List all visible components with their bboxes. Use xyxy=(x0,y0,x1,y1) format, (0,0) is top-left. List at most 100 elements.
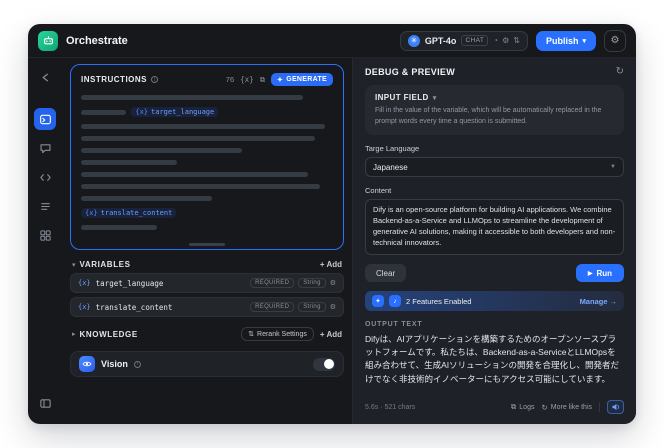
retry-icon: ↻ xyxy=(541,402,548,412)
prompt-text-line xyxy=(81,160,177,165)
chat-bubble-icon xyxy=(39,143,51,153)
prompt-text-line xyxy=(81,148,243,153)
type-badge[interactable]: String xyxy=(298,302,326,312)
play-icon: ▶ xyxy=(587,270,593,277)
chat-mode-badge: CHAT xyxy=(461,35,489,46)
variable-icon: {x} xyxy=(78,303,91,311)
add-variable-button[interactable]: + Add xyxy=(320,260,342,269)
publish-button[interactable]: Publish ▾ xyxy=(535,30,596,51)
settings-icon[interactable]: ⚙ xyxy=(502,36,509,45)
page-title: Orchestrate xyxy=(66,34,128,47)
variable-icon: {x} xyxy=(85,209,98,217)
rerank-settings-button[interactable]: ⇅ Rerank Settings xyxy=(241,327,314,341)
variable-row[interactable]: {x} translate_content REQUIRED String ⚙ xyxy=(70,297,344,317)
language-select[interactable]: Japanese ▼ xyxy=(365,157,624,177)
sidebar-item-orchestrate[interactable] xyxy=(34,108,56,130)
sidebar-item-api[interactable] xyxy=(34,166,56,188)
prompt-text-line xyxy=(81,184,321,189)
variables-section-header: ▾ VARIABLES + Add xyxy=(72,260,342,269)
app-window: Orchestrate ✳ GPT-4o CHAT ◔ ⚙ ⇅ Publish … xyxy=(28,24,636,424)
manage-features-link[interactable]: Manage → xyxy=(580,297,617,306)
arrow-right-icon: → xyxy=(609,296,618,306)
logs-button[interactable]: ⧉ Logs xyxy=(511,402,535,412)
copy-icon[interactable]: ⧉ xyxy=(260,75,265,85)
prompt-variable-chip[interactable]: {x} translate_content xyxy=(81,208,177,218)
collapse-panel-button[interactable] xyxy=(34,392,56,414)
variable-settings-icon[interactable]: ⚙ xyxy=(330,303,336,311)
model-selector[interactable]: ✳ GPT-4o CHAT ◔ ⚙ ⇅ xyxy=(399,30,528,51)
gear-icon: ⚙ xyxy=(610,35,620,46)
chevron-left-icon xyxy=(42,73,48,81)
variable-icon: {x} xyxy=(78,279,91,287)
vision-feature-row: Vision xyxy=(70,351,344,377)
instructions-title: INSTRUCTIONS xyxy=(81,75,147,84)
output-section: OUTPUT TEXT Difyは、AIアプリケーションを構築するためのオープン… xyxy=(365,321,624,414)
insert-variable-icon[interactable]: {x} xyxy=(240,75,254,84)
params-icon[interactable]: ◔ xyxy=(493,36,498,45)
prompt-text-line xyxy=(81,124,326,129)
sidebar-item-back[interactable] xyxy=(34,66,56,88)
sparkle-icon: ✦ xyxy=(277,76,284,84)
output-title: OUTPUT TEXT xyxy=(365,321,423,328)
chevron-right-icon[interactable]: ▸ xyxy=(72,330,76,338)
rerank-icon: ⇅ xyxy=(248,331,255,338)
prompt-variable-chip[interactable]: {x} target_language xyxy=(131,107,219,117)
required-badge: REQUIRED xyxy=(250,278,295,288)
output-text: Difyは、AIアプリケーションを構築するためのオープンソースプラットフォームで… xyxy=(365,334,619,384)
prompt-text-line xyxy=(81,196,213,201)
type-badge[interactable]: String xyxy=(298,278,326,288)
chevron-down-icon[interactable]: ▾ xyxy=(72,261,76,269)
content-field-label: Content xyxy=(365,186,392,195)
prompt-text-line xyxy=(81,172,308,177)
more-like-this-button[interactable]: ↻ More like this xyxy=(541,403,592,412)
input-field-header[interactable]: INPUT FIELD ▾ xyxy=(375,93,614,102)
model-name: GPT-4o xyxy=(424,35,457,46)
swap-model-icon[interactable]: ⇅ xyxy=(513,36,520,45)
instructions-card: INSTRUCTIONS 76 {x} ⧉ ✦ GENERATE xyxy=(70,64,344,250)
clear-button[interactable]: Clear xyxy=(365,264,407,282)
feature-icon-1: ✦ xyxy=(372,295,384,307)
features-bar: ✦ ♪ 2 Features Enabled Manage → xyxy=(365,291,624,311)
logs-icon: ⧉ xyxy=(510,402,517,411)
debug-title: DEBUG & PREVIEW xyxy=(365,66,456,77)
variable-row[interactable]: {x} target_language REQUIRED String ⚙ xyxy=(70,273,344,293)
model-provider-icon: ✳ xyxy=(407,34,420,47)
layout-icon xyxy=(39,398,51,408)
resize-handle[interactable] xyxy=(189,243,225,246)
app-logo xyxy=(38,30,58,51)
token-count: 76 xyxy=(225,75,235,84)
required-badge: REQUIRED xyxy=(250,302,295,312)
info-icon xyxy=(133,360,141,368)
sidebar-item-tools[interactable] xyxy=(34,224,56,246)
run-button[interactable]: ▶ Run xyxy=(575,264,624,282)
app-settings-button[interactable]: ⚙ xyxy=(604,29,626,52)
prompt-text-line xyxy=(81,225,157,230)
refresh-icon[interactable]: ↻ xyxy=(616,66,624,77)
variable-settings-icon[interactable]: ⚙ xyxy=(330,279,336,287)
list-icon xyxy=(40,202,50,210)
prompt-text-line xyxy=(81,95,303,100)
sidebar-item-preview[interactable] xyxy=(34,137,56,159)
input-field-card: INPUT FIELD ▾ Fill in the value of the v… xyxy=(365,85,624,135)
code-icon xyxy=(39,173,51,181)
info-icon xyxy=(151,76,158,83)
prompt-text-line xyxy=(81,136,316,141)
content-textarea[interactable]: Dify is an open-source platform for buil… xyxy=(365,199,624,255)
robot-icon xyxy=(43,36,53,45)
input-field-description: Fill in the value of the variable, which… xyxy=(375,107,602,125)
terminal-icon xyxy=(39,114,51,124)
knowledge-section-header: ▸ KNOWLEDGE ⇅ Rerank Settings + Add xyxy=(70,327,344,341)
vision-toggle[interactable] xyxy=(313,357,335,371)
app-header: Orchestrate ✳ GPT-4o CHAT ◔ ⚙ ⇅ Publish … xyxy=(28,24,636,58)
language-field-label: Targe Language xyxy=(365,144,420,153)
grid-icon xyxy=(39,229,51,241)
speaker-icon xyxy=(611,403,619,411)
add-knowledge-button[interactable]: + Add xyxy=(320,330,342,339)
prompt-editor[interactable]: {x} target_language {x} translate_conten… xyxy=(81,95,333,239)
generate-button[interactable]: ✦ GENERATE xyxy=(271,73,333,86)
prompt-text-line xyxy=(81,109,127,115)
text-to-speech-button[interactable] xyxy=(607,400,624,414)
sidebar-item-logs[interactable] xyxy=(34,195,56,217)
variable-icon: {x} xyxy=(135,108,149,116)
orchestrate-panel: INSTRUCTIONS 76 {x} ⧉ ✦ GENERATE xyxy=(62,58,352,424)
